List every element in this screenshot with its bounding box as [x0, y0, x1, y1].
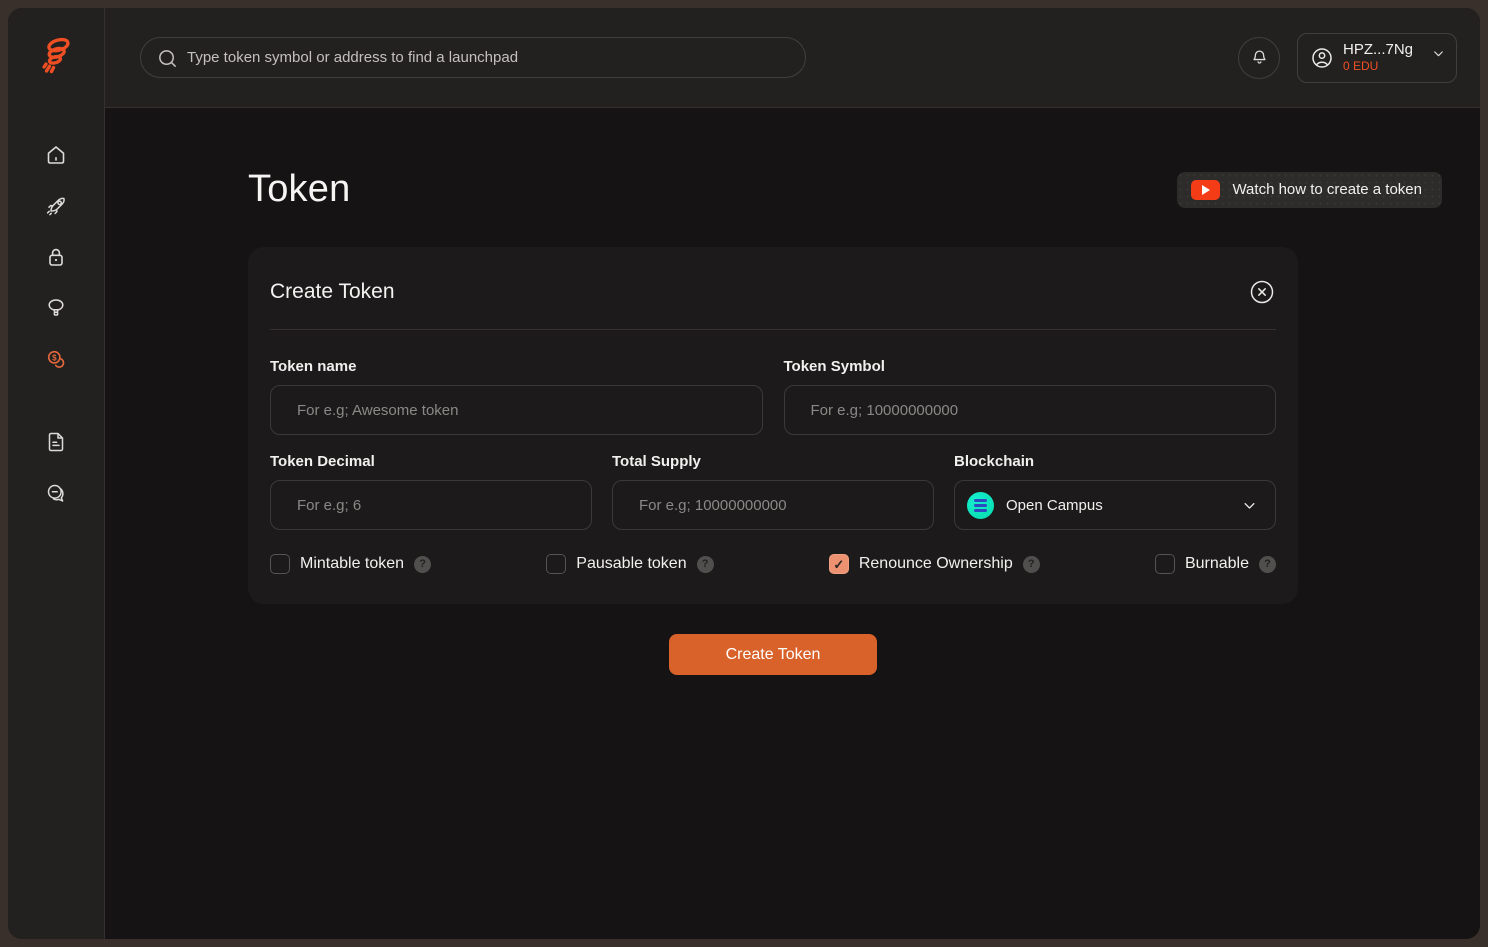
- total-supply-label: Total Supply: [612, 453, 934, 470]
- token-decimal-label: Token Decimal: [270, 453, 592, 470]
- token-symbol-label: Token Symbol: [784, 358, 1277, 375]
- account-menu[interactable]: HPZ...7Ng 0 EDU: [1297, 33, 1457, 83]
- token-name-field-group: Token name: [270, 358, 763, 435]
- blockchain-selected-value: Open Campus: [1006, 497, 1230, 514]
- create-token-button[interactable]: Create Token: [669, 634, 877, 675]
- sidebar: $: [8, 8, 105, 939]
- help-icon[interactable]: ?: [1023, 556, 1040, 573]
- app-window: $: [8, 8, 1480, 939]
- pausable-token-option[interactable]: Pausable token ?: [546, 554, 713, 574]
- search-icon: [156, 47, 179, 70]
- user-avatar-icon: [1310, 46, 1334, 70]
- total-supply-input[interactable]: [612, 480, 934, 530]
- sidebar-item-token[interactable]: $: [44, 349, 68, 373]
- total-supply-field-group: Total Supply: [612, 453, 934, 530]
- main-content: Token Watch how to create a token Create…: [105, 108, 1480, 939]
- sidebar-item-docs[interactable]: [44, 432, 68, 456]
- token-options-row: Mintable token ? Pausable token ? Renoun…: [270, 554, 1276, 574]
- renounce-ownership-checkbox[interactable]: [829, 554, 849, 574]
- wallet-balance: 0 EDU: [1343, 59, 1413, 74]
- help-icon[interactable]: ?: [1259, 556, 1276, 573]
- token-decimal-input[interactable]: [270, 480, 592, 530]
- sidebar-item-support[interactable]: [44, 483, 68, 507]
- token-decimal-field-group: Token Decimal: [270, 453, 592, 530]
- chevron-down-icon: [1432, 47, 1445, 60]
- token-name-input[interactable]: [270, 385, 763, 435]
- watch-tutorial-button[interactable]: Watch how to create a token: [1177, 172, 1442, 208]
- token-symbol-input[interactable]: [784, 385, 1277, 435]
- create-token-card: Create Token Token name Token Symbol: [248, 247, 1298, 604]
- chat-icon: [44, 481, 68, 510]
- search-input[interactable]: [141, 38, 805, 77]
- sidebar-item-launchpad[interactable]: [44, 196, 68, 220]
- mintable-token-option[interactable]: Mintable token ?: [270, 554, 431, 574]
- blockchain-field-group: Blockchain Open Campus: [954, 453, 1276, 530]
- notifications-button[interactable]: [1238, 37, 1280, 79]
- burnable-label: Burnable: [1185, 555, 1249, 573]
- lock-icon: [44, 245, 68, 274]
- blockchain-label: Blockchain: [954, 453, 1276, 470]
- sidebar-nav: $: [44, 108, 68, 507]
- airdrop-icon: [44, 296, 68, 325]
- watch-tutorial-label: Watch how to create a token: [1232, 181, 1422, 198]
- mintable-token-checkbox[interactable]: [270, 554, 290, 574]
- burnable-checkbox[interactable]: [1155, 554, 1175, 574]
- open-campus-icon: [967, 492, 994, 519]
- token-symbol-field-group: Token Symbol: [784, 358, 1277, 435]
- coins-icon: $: [44, 347, 68, 376]
- burnable-option[interactable]: Burnable ?: [1155, 554, 1276, 574]
- mintable-token-label: Mintable token: [300, 555, 404, 573]
- blockchain-select[interactable]: Open Campus: [954, 480, 1276, 530]
- bell-icon: [1250, 48, 1269, 67]
- page-title: Token: [248, 168, 350, 211]
- document-icon: [44, 430, 68, 459]
- chevron-down-icon: [1242, 498, 1257, 513]
- home-icon: [44, 143, 68, 172]
- close-icon: [1248, 278, 1276, 306]
- renounce-ownership-label: Renounce Ownership: [859, 555, 1013, 573]
- sidebar-item-lock[interactable]: [44, 247, 68, 271]
- app-logo[interactable]: [8, 8, 104, 108]
- sidebar-item-home[interactable]: [44, 145, 68, 169]
- help-icon[interactable]: ?: [414, 556, 431, 573]
- close-card-button[interactable]: [1248, 278, 1276, 306]
- svg-text:$: $: [52, 353, 57, 362]
- card-divider: [270, 329, 1276, 330]
- help-icon[interactable]: ?: [697, 556, 714, 573]
- search-bar[interactable]: [140, 37, 806, 78]
- tornado-logo-icon: [35, 35, 77, 82]
- top-header: HPZ...7Ng 0 EDU: [105, 8, 1480, 108]
- wallet-address: HPZ...7Ng: [1343, 41, 1413, 60]
- token-name-label: Token name: [270, 358, 763, 375]
- card-title: Create Token: [270, 280, 395, 304]
- rocket-icon: [44, 194, 68, 223]
- pausable-token-checkbox[interactable]: [546, 554, 566, 574]
- sidebar-item-airdrop[interactable]: [44, 298, 68, 322]
- pausable-token-label: Pausable token: [576, 555, 686, 573]
- renounce-ownership-option[interactable]: Renounce Ownership ?: [829, 554, 1040, 574]
- youtube-icon: [1191, 180, 1220, 200]
